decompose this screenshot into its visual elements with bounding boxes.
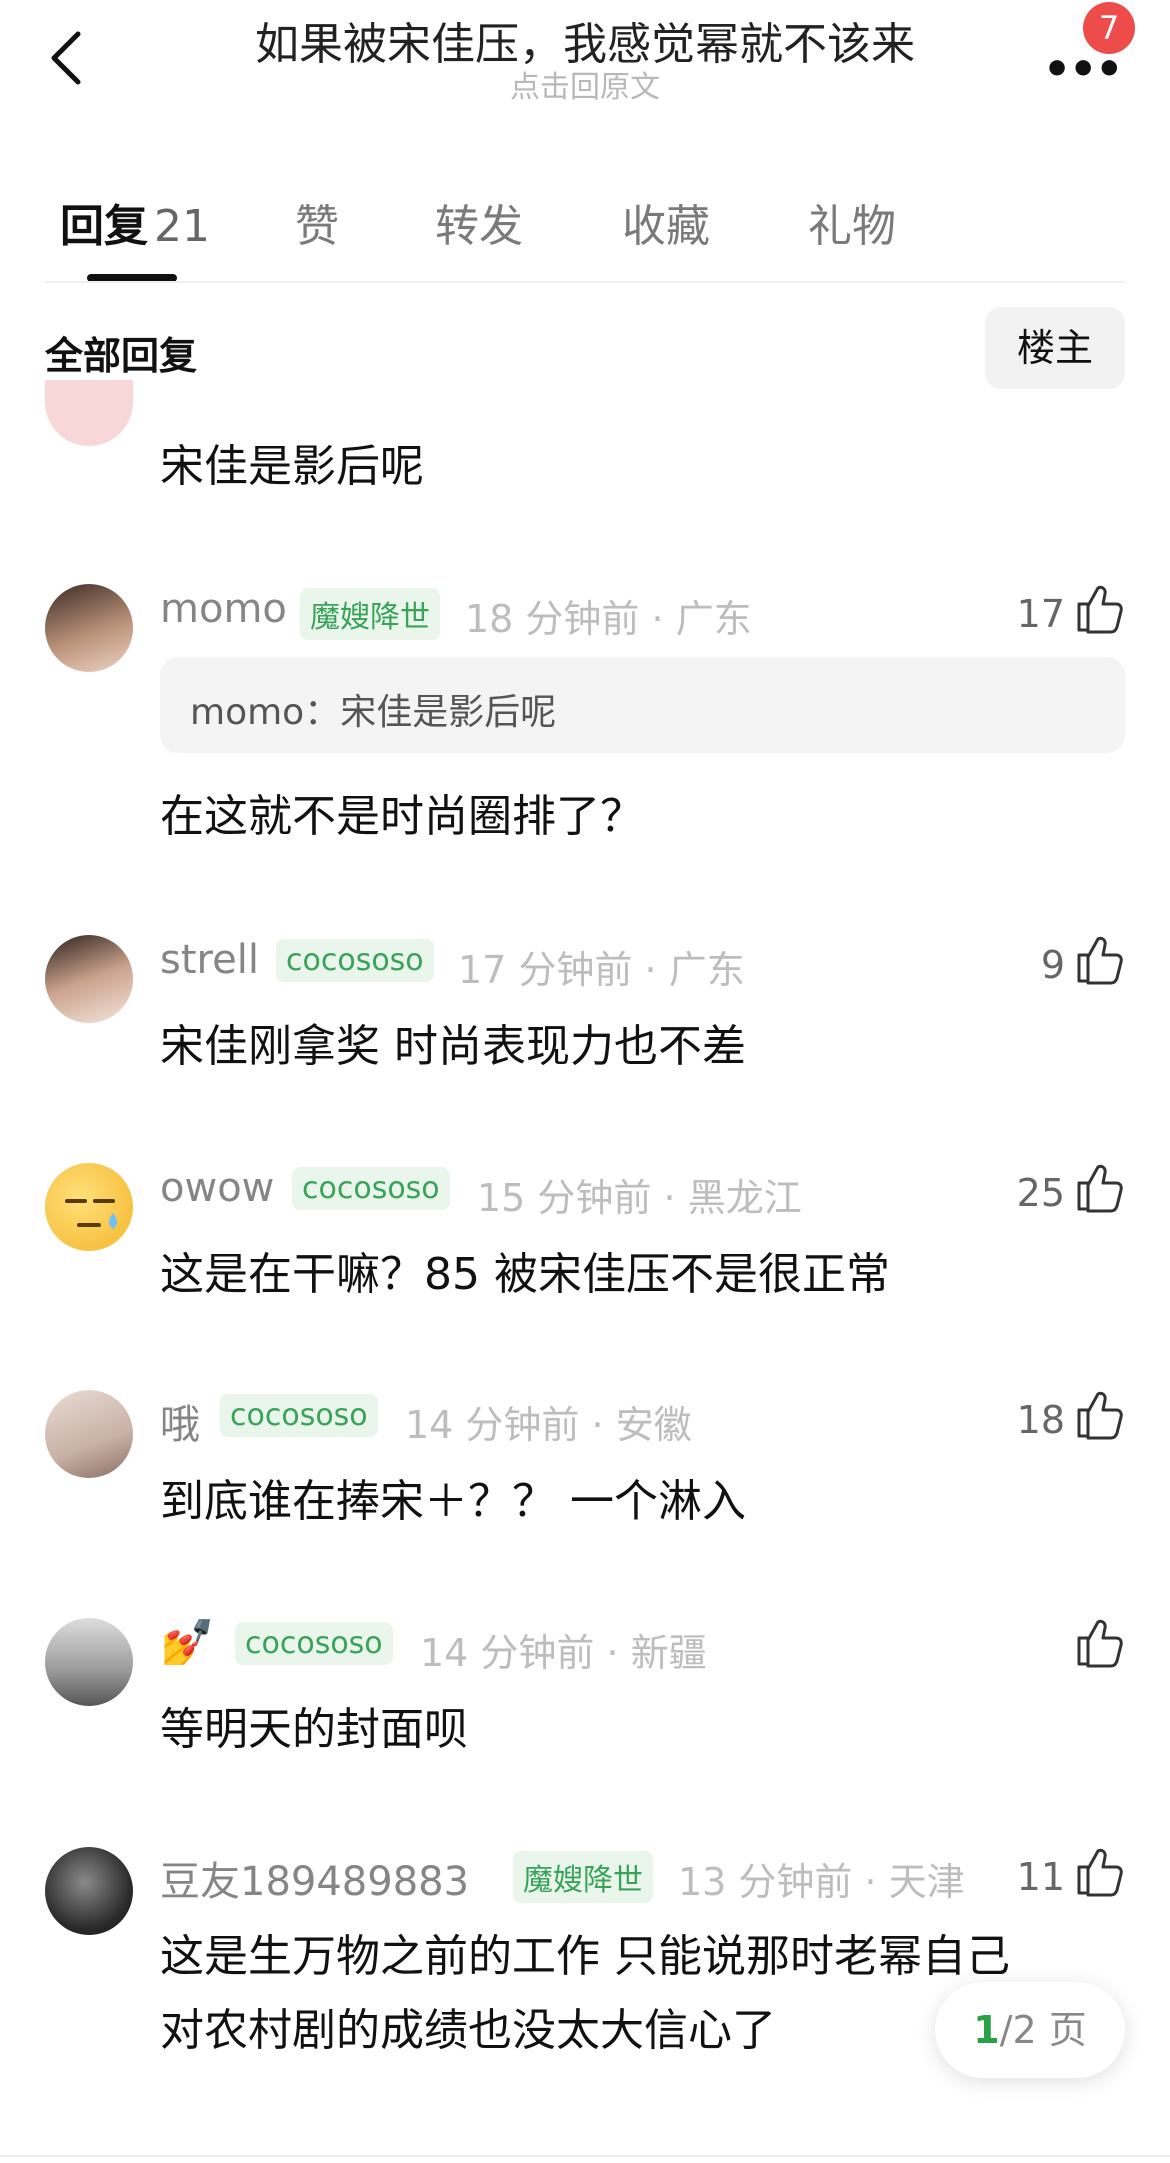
comment-content: 在这就不是时尚圈排了？ [160, 791, 644, 842]
user-tag: cocososo [276, 939, 434, 982]
divider [45, 281, 1125, 283]
back-to-original-link[interactable]: 点击回原文 [0, 62, 1170, 106]
avatar[interactable] [45, 380, 133, 446]
comment-author[interactable]: 哦 [160, 1392, 200, 1450]
avatar[interactable] [45, 1847, 133, 1935]
comment-author[interactable]: strell [160, 937, 259, 983]
thumbs-up-icon[interactable] [1073, 1161, 1125, 1213]
avatar[interactable] [45, 584, 133, 672]
comment-author[interactable]: 豆友189489883 [160, 1849, 469, 1907]
like-count: 17 [1016, 592, 1065, 636]
like-count: 18 [1016, 1398, 1065, 1442]
comment-content-line: 这是生万物之前的工作 只能说那时老幂自己 [160, 1931, 1010, 1982]
avatar[interactable] [45, 1390, 133, 1478]
tab-gifts[interactable]: 礼物 [808, 190, 896, 254]
total-pages: /2 页 [999, 2008, 1087, 2052]
thumbs-up-icon[interactable] [1073, 1845, 1125, 1897]
tab-count: 21 [154, 201, 210, 252]
like-count: 11 [1016, 1855, 1065, 1899]
tab-likes[interactable]: 赞 [295, 190, 339, 254]
comment-content: 这是在干嘛？85 被宋佳压不是很正常 [160, 1249, 890, 1300]
tab-favorites[interactable]: 收藏 [622, 190, 710, 254]
avatar[interactable] [45, 1618, 133, 1706]
tab-replies[interactable]: 回复 21 [60, 190, 210, 254]
comment-meta: 13 分钟前 · 天津 [678, 1860, 965, 1904]
tab-label: 回复 [60, 201, 148, 252]
user-tag: cocososo [292, 1167, 450, 1210]
comment-author[interactable]: 💅 [160, 1616, 215, 1668]
comment-content: 等明天的封面呗 [160, 1704, 468, 1755]
thumbs-up-icon[interactable] [1073, 582, 1125, 634]
comment-content: 到底谁在捧宋＋？？ 一个淋入 [160, 1476, 746, 1527]
user-tag: cocososo [220, 1394, 378, 1437]
tab-reposts[interactable]: 转发 [435, 190, 523, 254]
comment-meta: 18 分钟前 · 广东 [465, 597, 752, 641]
thumbs-up-icon[interactable] [1073, 1388, 1125, 1440]
like-count: 25 [1016, 1171, 1065, 1215]
like-count: 9 [1040, 943, 1065, 987]
comment-meta: 15 分钟前 · 黑龙江 [477, 1176, 802, 1220]
comment-author[interactable]: owow [160, 1165, 274, 1211]
thumbs-up-icon[interactable] [1073, 933, 1125, 985]
comment-meta: 14 分钟前 · 安徽 [405, 1403, 692, 1447]
divider [0, 2155, 1170, 2157]
comment-meta: 17 分钟前 · 广东 [458, 948, 745, 992]
avatar[interactable] [45, 1163, 133, 1251]
avatar[interactable] [45, 935, 133, 1023]
thumbs-up-icon[interactable] [1073, 1616, 1125, 1668]
comment-content: 宋佳刚拿奖 时尚表现力也不差 [160, 1021, 746, 1072]
quoted-reply-text: momo：宋佳是影后呢 [190, 692, 557, 733]
emoji-avatar-icon [65, 1199, 117, 1229]
all-replies-label: 全部回复 [45, 334, 198, 378]
comment-content-line: 对农村剧的成绩也没太大信心了 [160, 2005, 776, 2056]
current-page: 1 [973, 2008, 1000, 2052]
comment-meta: 14 分钟前 · 新疆 [420, 1631, 707, 1675]
user-tag: cocososo [235, 1622, 393, 1665]
notification-badge: 7 [1083, 2, 1135, 54]
op-only-button[interactable]: 楼主 [985, 307, 1125, 389]
comment-content: 宋佳是影后呢 [160, 441, 424, 492]
user-tag: 魔嫂降世 [513, 1851, 653, 1903]
user-tag: 魔嫂降世 [300, 588, 440, 640]
comment-author[interactable]: momo [160, 586, 287, 632]
page-indicator[interactable]: 1/2 页 [935, 1982, 1125, 2078]
